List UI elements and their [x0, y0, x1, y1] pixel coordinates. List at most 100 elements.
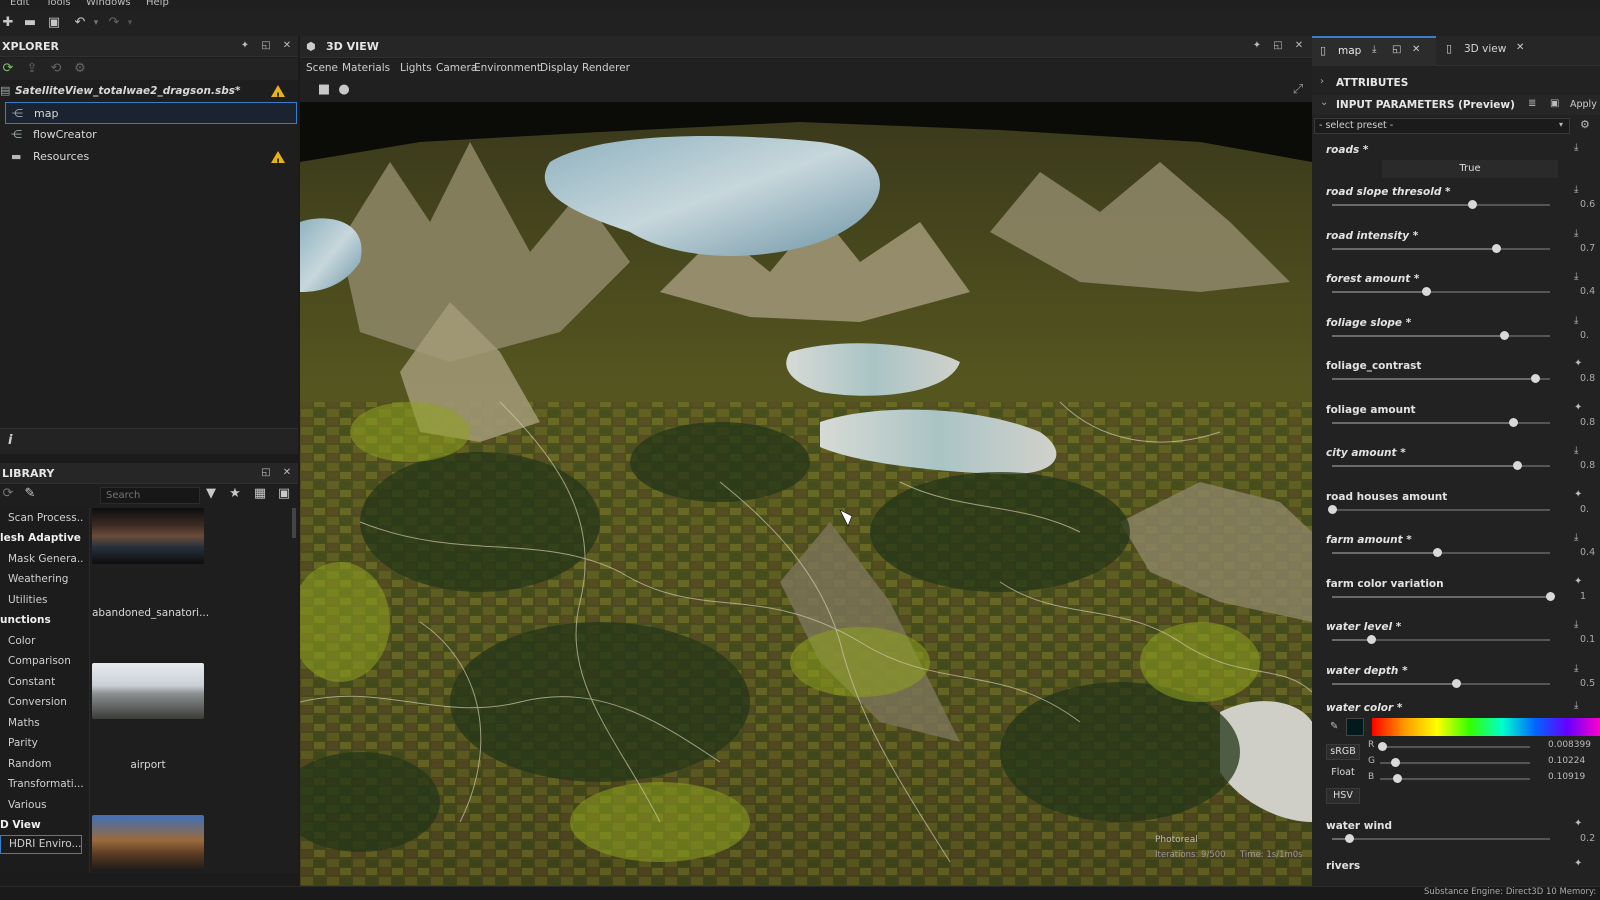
- slider-track[interactable]: [1332, 330, 1550, 340]
- library-category[interactable]: Mask Genera...: [0, 549, 84, 569]
- channel-slider-track[interactable]: [1380, 774, 1530, 783]
- pin-icon[interactable]: ✦: [1574, 858, 1582, 869]
- channel-slider-knob[interactable]: [1391, 758, 1400, 767]
- pin-icon[interactable]: ⤓: [1574, 700, 1578, 711]
- input-parameters-section[interactable]: ⌄ INPUT PARAMETERS (Preview) ≣ ▣ Apply: [1312, 95, 1600, 115]
- slider-track[interactable]: [1332, 548, 1550, 557]
- grid-view-icon[interactable]: ▦: [252, 486, 268, 502]
- slider-knob[interactable]: [1500, 330, 1510, 340]
- filter-icon[interactable]: ▼: [203, 486, 219, 502]
- library-category[interactable]: Random: [0, 754, 84, 774]
- slider-track[interactable]: [1332, 591, 1555, 601]
- library-category[interactable]: Constant: [0, 672, 84, 692]
- thumbnail-hdri[interactable]: [92, 815, 204, 871]
- menu-lights[interactable]: Lights: [400, 62, 432, 74]
- gear-icon[interactable]: ⚙: [1580, 118, 1590, 131]
- save-icon[interactable]: ▣: [46, 15, 62, 31]
- slider-track[interactable]: [1332, 374, 1550, 383]
- library-category[interactable]: lesh Adaptive: [0, 528, 84, 548]
- pin-icon[interactable]: ✦: [1574, 818, 1582, 829]
- thumbnail-abandoned-sanatorium[interactable]: [92, 508, 204, 564]
- float-icon[interactable]: ◱: [259, 466, 273, 480]
- slider-knob[interactable]: [1328, 504, 1337, 514]
- color-swatch[interactable]: [1346, 718, 1364, 736]
- pin-icon[interactable]: ✦: [238, 39, 252, 53]
- channel-slider-knob[interactable]: [1377, 742, 1387, 751]
- library-search-input[interactable]: [100, 487, 200, 504]
- thumbnail-airport[interactable]: [92, 663, 204, 719]
- hue-spectrum[interactable]: [1372, 718, 1600, 736]
- new-package-icon[interactable]: ✚: [0, 15, 16, 31]
- float-button[interactable]: Float: [1326, 766, 1360, 782]
- slider-track[interactable]: [1332, 243, 1550, 253]
- menu-help[interactable]: Help: [146, 0, 169, 8]
- pin-icon[interactable]: ⤓: [1574, 663, 1578, 674]
- refresh-icon[interactable]: ⟳: [0, 486, 16, 502]
- library-category[interactable]: Transformati...: [0, 774, 84, 794]
- library-category[interactable]: D View: [0, 815, 84, 835]
- float-icon[interactable]: ◱: [259, 39, 273, 53]
- pin-icon[interactable]: ⤓: [1574, 619, 1578, 630]
- explorer-item-resources[interactable]: ▬ Resources: [0, 146, 297, 174]
- pin-icon[interactable]: ✦: [1574, 489, 1582, 500]
- pin-icon[interactable]: ✦: [1574, 358, 1582, 369]
- explorer-item-map[interactable]: ⋲ map: [5, 102, 297, 124]
- library-category[interactable]: Color: [0, 631, 84, 651]
- slider-knob[interactable]: [1513, 461, 1523, 470]
- slider-track[interactable]: [1332, 635, 1550, 644]
- menu-camera[interactable]: Camera: [436, 62, 477, 74]
- slider-knob[interactable]: [1491, 243, 1501, 253]
- library-scrollbar[interactable]: [292, 508, 296, 538]
- slider-knob[interactable]: [1421, 287, 1431, 296]
- pin-icon[interactable]: ⤓: [1574, 271, 1578, 282]
- close-icon[interactable]: ✕: [1292, 39, 1306, 53]
- pin-icon[interactable]: ✦: [1574, 576, 1582, 587]
- library-category[interactable]: Scan Process...: [0, 508, 84, 528]
- pin-icon[interactable]: ⤓: [1574, 445, 1578, 456]
- slider-track[interactable]: [1328, 504, 1550, 514]
- library-category[interactable]: unctions: [0, 610, 84, 630]
- info-icon[interactable]: i: [8, 433, 12, 448]
- menu-renderer[interactable]: Renderer: [582, 62, 630, 74]
- menu-display[interactable]: Display: [540, 62, 579, 74]
- redo-icon[interactable]: ↷: [106, 15, 122, 31]
- preset-select[interactable]: - select preset - ▾: [1314, 118, 1570, 134]
- pin-icon[interactable]: ⤓: [1574, 532, 1578, 543]
- pin-icon[interactable]: ✦: [1250, 39, 1264, 53]
- settings-icon[interactable]: ⚙: [72, 61, 88, 77]
- favorites-icon[interactable]: ★: [227, 486, 243, 502]
- library-category[interactable]: Conversion: [0, 692, 84, 712]
- pin-icon[interactable]: ⤓: [1574, 228, 1578, 239]
- menu-environment[interactable]: Environment: [474, 62, 541, 74]
- library-category[interactable]: Parity: [0, 733, 84, 753]
- library-category[interactable]: Maths: [0, 713, 84, 733]
- attributes-section[interactable]: › ATTRIBUTES: [1312, 74, 1600, 94]
- library-category[interactable]: Weathering: [0, 569, 84, 589]
- library-category[interactable]: Various: [0, 795, 84, 815]
- save-preset-icon[interactable]: ▣: [1550, 98, 1559, 109]
- explorer-item-flowcreator[interactable]: ⋲ flowCreator: [0, 124, 297, 146]
- pin-icon[interactable]: ⤓: [1372, 44, 1376, 55]
- tab-3d-view[interactable]: ▯ 3D view ✕: [1442, 36, 1552, 66]
- close-icon[interactable]: ✕: [280, 466, 294, 480]
- menu-tools[interactable]: Tools: [46, 0, 71, 8]
- refresh-icon[interactable]: ⟳: [0, 61, 16, 77]
- menu-scene[interactable]: Scene: [306, 62, 338, 74]
- menu-edit[interactable]: Edit: [10, 0, 29, 8]
- slider-track[interactable]: [1332, 461, 1550, 470]
- redo-dropdown-icon[interactable]: ▾: [122, 15, 138, 31]
- slider-knob[interactable]: [1546, 591, 1555, 601]
- package-row[interactable]: ▤ SatelliteView_totalwae2_dragson.sbs*: [0, 80, 297, 108]
- library-category-selected[interactable]: HDRI Enviro...: [0, 835, 82, 854]
- camera-icon[interactable]: ■: [316, 82, 332, 98]
- slider-knob[interactable]: [1530, 374, 1540, 383]
- slider-knob[interactable]: [1367, 635, 1377, 644]
- slider-knob[interactable]: [1432, 548, 1442, 557]
- channel-slider-knob[interactable]: [1392, 774, 1402, 783]
- close-icon[interactable]: ✕: [1516, 42, 1524, 53]
- edit-icon[interactable]: ✎: [22, 486, 38, 502]
- eyedropper-icon[interactable]: ✎: [1330, 721, 1338, 732]
- reload-icon[interactable]: ⟲: [48, 61, 64, 77]
- hsv-button[interactable]: HSV: [1326, 788, 1360, 804]
- float-icon[interactable]: ◱: [1392, 44, 1401, 55]
